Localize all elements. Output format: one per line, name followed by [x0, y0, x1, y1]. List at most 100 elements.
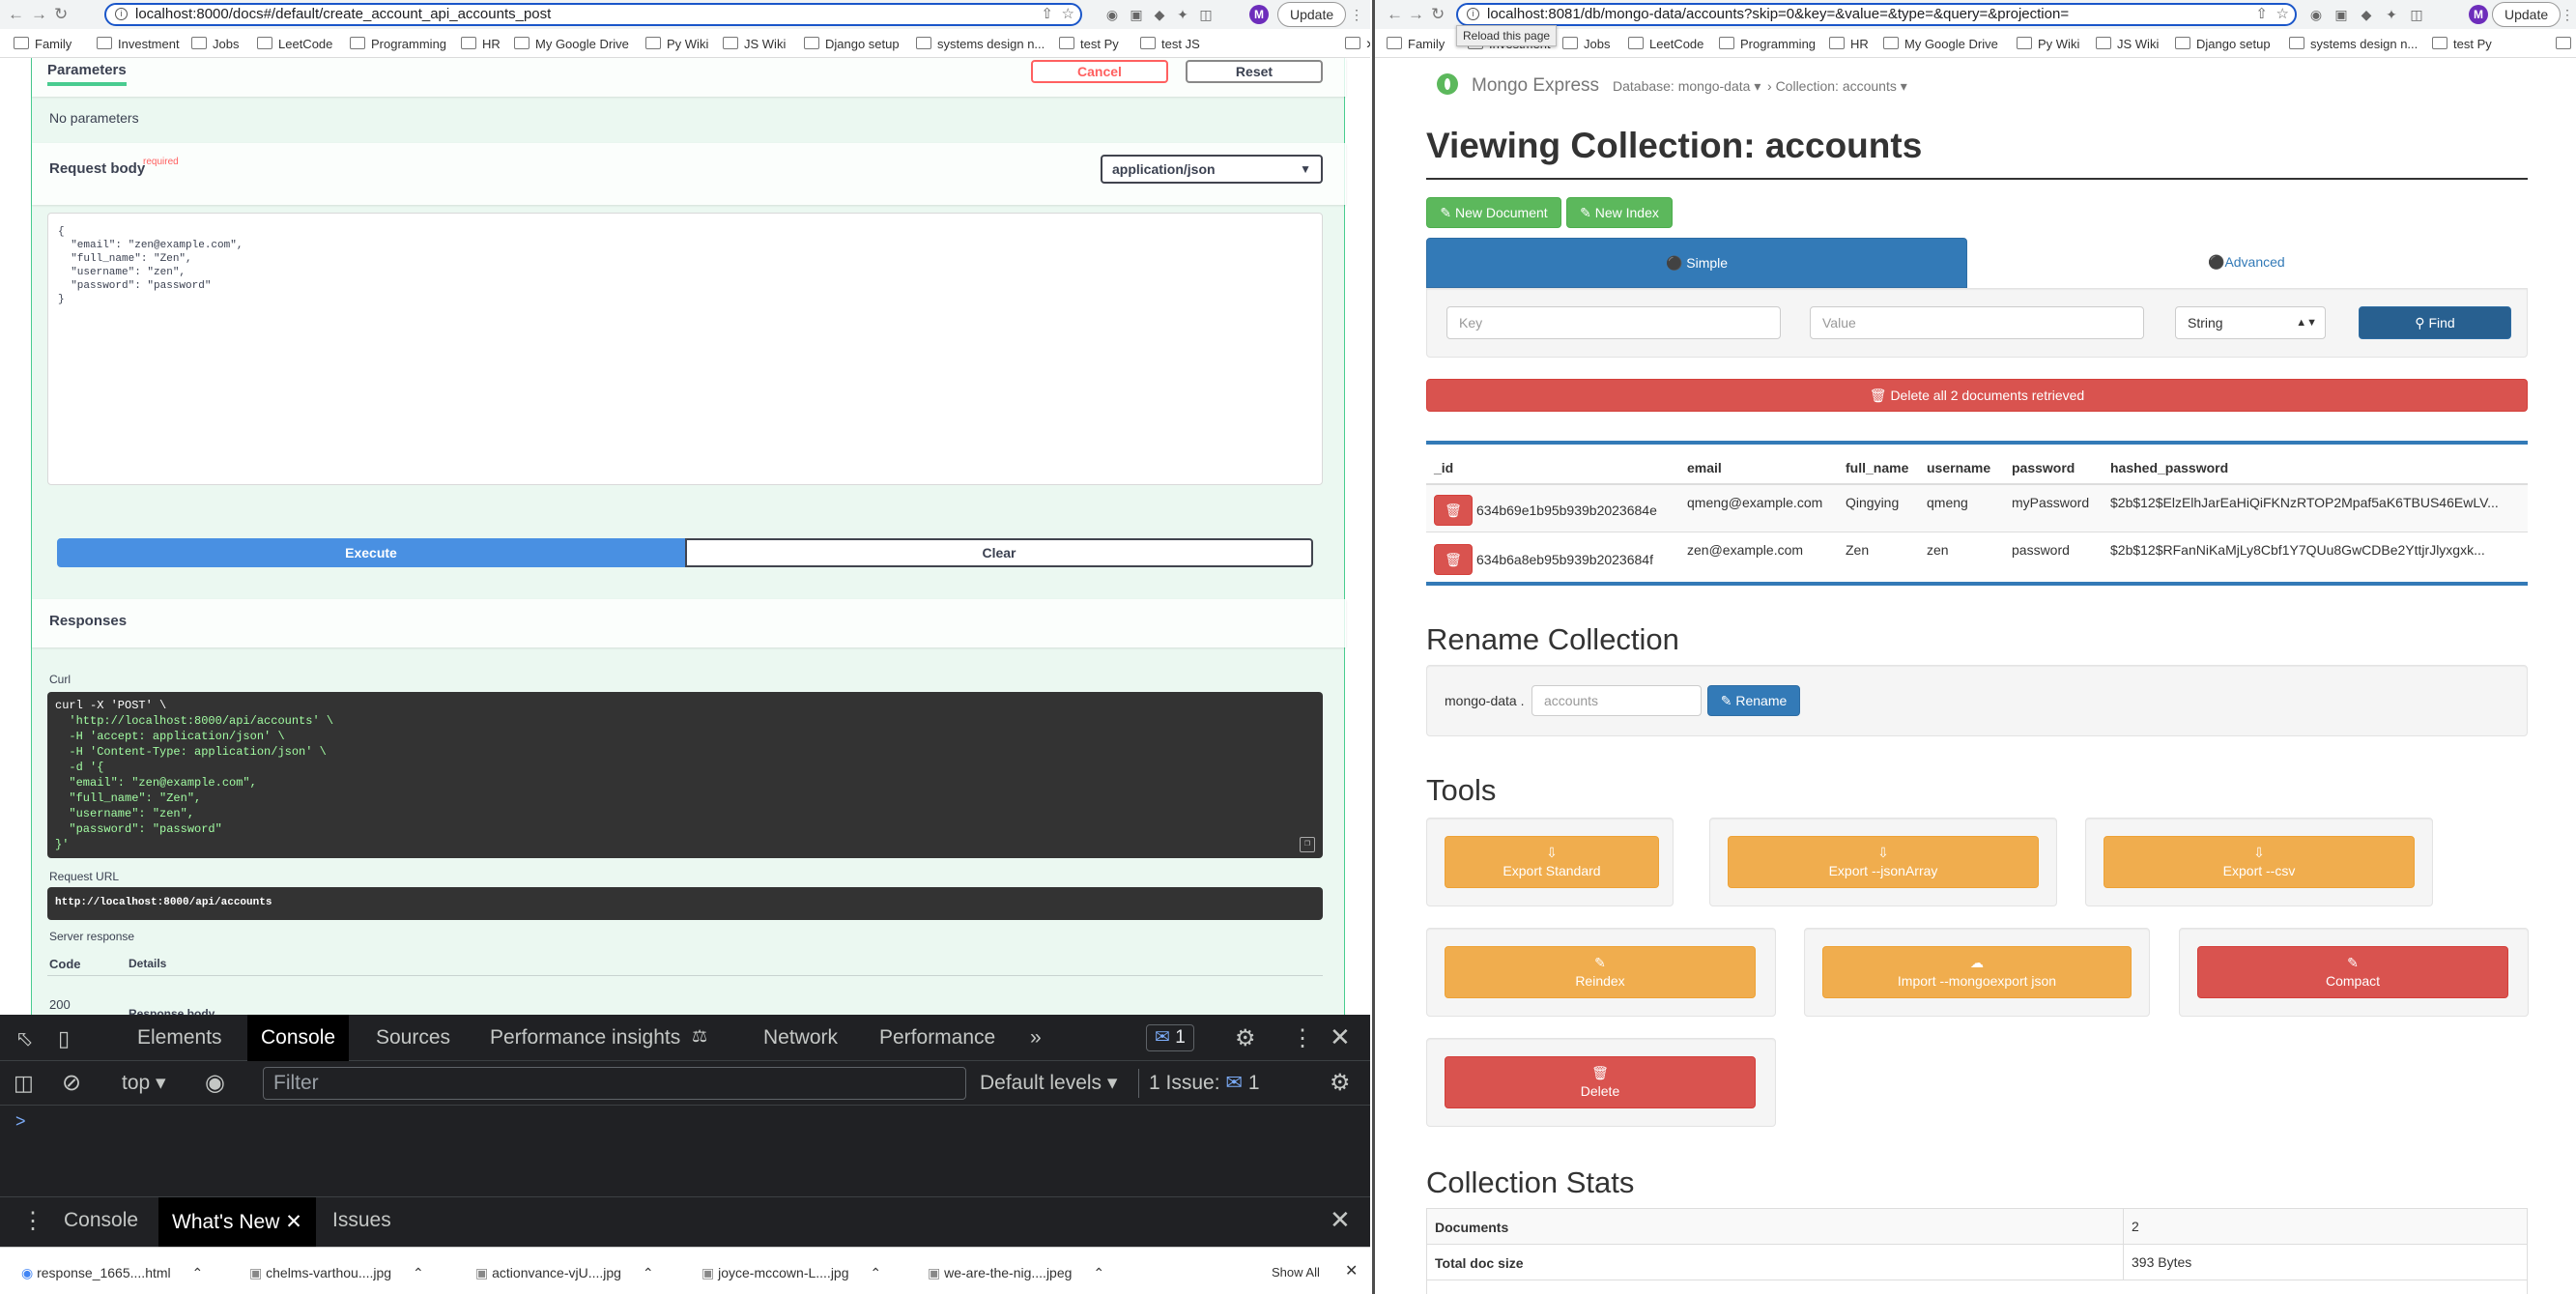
- copy-icon[interactable]: ❐: [1300, 837, 1315, 852]
- delete-row-button[interactable]: 🗑: [1434, 495, 1473, 526]
- bookmark-item[interactable]: HR: [1829, 37, 1869, 51]
- puzzle-icon[interactable]: ✦: [2384, 7, 2399, 22]
- bookmark-item[interactable]: My Google Drive: [1883, 37, 1998, 51]
- issues-badge[interactable]: ✉ 1: [1146, 1024, 1194, 1051]
- value-input[interactable]: Value: [1810, 306, 2144, 339]
- key-input[interactable]: Key: [1446, 306, 1781, 339]
- collection-crumb[interactable]: › Collection: accounts ▾: [1767, 78, 1907, 95]
- curl-code-block[interactable]: curl -X 'POST' \ 'http://localhost:8000/…: [47, 692, 1323, 858]
- bookmark-item[interactable]: test JS: [1140, 37, 1200, 51]
- cell-id[interactable]: 634b6a8eb95b939b2023684f: [1476, 552, 1653, 567]
- avatar[interactable]: M: [1249, 5, 1269, 24]
- tab-advanced[interactable]: ⚫Advanced: [2208, 254, 2285, 271]
- extension-icon-2[interactable]: ▣: [2333, 7, 2349, 22]
- extension-icon-3[interactable]: ◆: [1152, 7, 1167, 22]
- delete-collection-button[interactable]: 🗑 Delete: [1445, 1056, 1756, 1108]
- bookmark-item[interactable]: systems design n...: [2289, 37, 2418, 51]
- drawer-tab-console[interactable]: Console: [64, 1209, 138, 1232]
- compact-button[interactable]: ✎ Compact: [2197, 946, 2508, 998]
- download-item[interactable]: ◉ response_1665....html ⌃: [21, 1265, 203, 1281]
- clear-console-icon[interactable]: ⊘: [62, 1069, 81, 1097]
- bookmark-item[interactable]: HR: [461, 37, 501, 51]
- tab-simple[interactable]: ⚫ Simple: [1426, 238, 1967, 288]
- reload-icon[interactable]: ↻: [1431, 5, 1445, 24]
- update-button[interactable]: Update: [2492, 2, 2562, 27]
- tab-sources[interactable]: Sources: [376, 1026, 450, 1050]
- menu-kebab-icon[interactable]: ⋮: [1291, 1024, 1314, 1052]
- more-bookmarks-icon[interactable]: »: [2556, 34, 2576, 53]
- content-type-select[interactable]: application/json ▼: [1101, 155, 1323, 184]
- tab-console[interactable]: Console: [247, 1015, 350, 1061]
- reload-icon[interactable]: ↻: [54, 5, 68, 24]
- menu-kebab-icon[interactable]: ⋮: [2560, 7, 2575, 22]
- device-toggle-icon[interactable]: ▯: [58, 1026, 70, 1051]
- extension-icon-1[interactable]: ◉: [2308, 7, 2324, 22]
- bookmark-star-icon[interactable]: ☆: [1062, 5, 1074, 24]
- request-body-editor[interactable]: { "email": "zen@example.com", "full_name…: [47, 213, 1323, 485]
- database-crumb[interactable]: Database: mongo-data ▾: [1613, 78, 1760, 95]
- bookmark-item[interactable]: Family: [1387, 37, 1445, 51]
- find-button[interactable]: ⚲ Find: [2359, 306, 2511, 339]
- close-icon[interactable]: ✕: [1330, 1022, 1351, 1052]
- avatar[interactable]: M: [2469, 5, 2488, 24]
- drawer-close-icon[interactable]: ✕: [1330, 1205, 1351, 1235]
- bookmark-item[interactable]: Django setup: [2175, 37, 2271, 51]
- bookmark-item[interactable]: Django setup: [804, 37, 900, 51]
- import-button[interactable]: ☁ Import --mongoexport json: [1822, 946, 2132, 998]
- inspect-icon[interactable]: ⬁: [15, 1026, 33, 1051]
- bookmark-item[interactable]: Family: [14, 37, 72, 51]
- drawer-tab-whats-new[interactable]: What's New ✕: [158, 1197, 316, 1248]
- back-icon[interactable]: ←: [8, 5, 24, 24]
- export-csv-button[interactable]: ⇩ Export --csv: [2104, 836, 2415, 888]
- bookmark-star-icon[interactable]: ☆: [2276, 5, 2289, 24]
- chevron-up-icon[interactable]: ⌃: [870, 1265, 881, 1280]
- update-button[interactable]: Update: [1277, 2, 1347, 27]
- left-url-input[interactable]: i localhost:8000/docs#/default/create_ac…: [104, 3, 1082, 26]
- delete-row-button[interactable]: 🗑: [1434, 544, 1473, 575]
- forward-icon[interactable]: →: [31, 5, 47, 24]
- table-row[interactable]: 🗑 634b6a8eb95b939b2023684f zen@example.c…: [1426, 532, 2528, 582]
- parameters-tab[interactable]: Parameters: [47, 62, 127, 86]
- download-item[interactable]: ▣ we-are-the-nig....jpeg ⌃: [928, 1265, 1104, 1281]
- back-icon[interactable]: ←: [1387, 5, 1403, 24]
- tab-elements[interactable]: Elements: [137, 1026, 222, 1050]
- extension-icon-2[interactable]: ▣: [1129, 7, 1144, 22]
- tab-performance[interactable]: Performance: [879, 1026, 995, 1050]
- chevron-up-icon[interactable]: ⌃: [413, 1265, 424, 1280]
- bookmark-item[interactable]: JS Wiki: [723, 37, 786, 51]
- forward-icon[interactable]: →: [1408, 5, 1424, 24]
- bookmark-item[interactable]: Py Wiki: [645, 37, 708, 51]
- extension-icon-1[interactable]: ◉: [1104, 7, 1120, 22]
- side-panel-icon[interactable]: ◫: [2409, 7, 2424, 22]
- table-row[interactable]: 🗑 634b69e1b95b939b2023684e qmeng@example…: [1426, 483, 2528, 532]
- drawer-menu-icon[interactable]: ⋮: [21, 1207, 44, 1235]
- levels-select[interactable]: Default levels ▾: [980, 1071, 1117, 1095]
- drawer-tab-issues[interactable]: Issues: [332, 1209, 391, 1232]
- puzzle-icon[interactable]: ✦: [1175, 7, 1190, 22]
- bookmark-item[interactable]: Programming: [1719, 37, 1816, 51]
- bookmark-item[interactable]: Programming: [350, 37, 446, 51]
- bookmark-item[interactable]: Investment: [97, 37, 180, 51]
- bookmark-item[interactable]: JS Wiki: [2096, 37, 2159, 51]
- export-standard-button[interactable]: ⇩ Export Standard: [1445, 836, 1659, 888]
- download-item[interactable]: ▣ joyce-mccown-L....jpg ⌃: [701, 1265, 881, 1281]
- menu-kebab-icon[interactable]: ⋮: [1349, 7, 1364, 22]
- execute-button[interactable]: Execute: [57, 538, 685, 567]
- sidebar-toggle-icon[interactable]: ◫: [14, 1071, 34, 1096]
- chevron-up-icon[interactable]: ⌃: [643, 1265, 654, 1280]
- console-settings-icon[interactable]: ⚙: [1330, 1069, 1351, 1097]
- bookmark-item[interactable]: My Google Drive: [514, 37, 629, 51]
- type-select[interactable]: String ▲▼: [2175, 306, 2326, 339]
- close-downloads-icon[interactable]: ✕: [1345, 1261, 1358, 1280]
- chevron-up-icon[interactable]: ⌃: [192, 1265, 204, 1280]
- eye-icon[interactable]: ◉: [205, 1069, 225, 1097]
- rename-input[interactable]: accounts: [1531, 685, 1702, 716]
- new-document-button[interactable]: ✎ New Document: [1426, 197, 1561, 228]
- more-bookmarks-icon[interactable]: »: [1345, 34, 1370, 53]
- close-tab-icon[interactable]: ✕: [285, 1211, 302, 1233]
- tab-performance-insights[interactable]: Performance insights: [490, 1026, 680, 1050]
- right-url-input[interactable]: i localhost:8081/db/mongo-data/accounts?…: [1456, 3, 2297, 26]
- share-icon[interactable]: ⇧: [2255, 5, 2268, 24]
- bookmark-item[interactable]: Jobs: [1562, 37, 1610, 51]
- console-filter-input[interactable]: Filter: [263, 1067, 966, 1100]
